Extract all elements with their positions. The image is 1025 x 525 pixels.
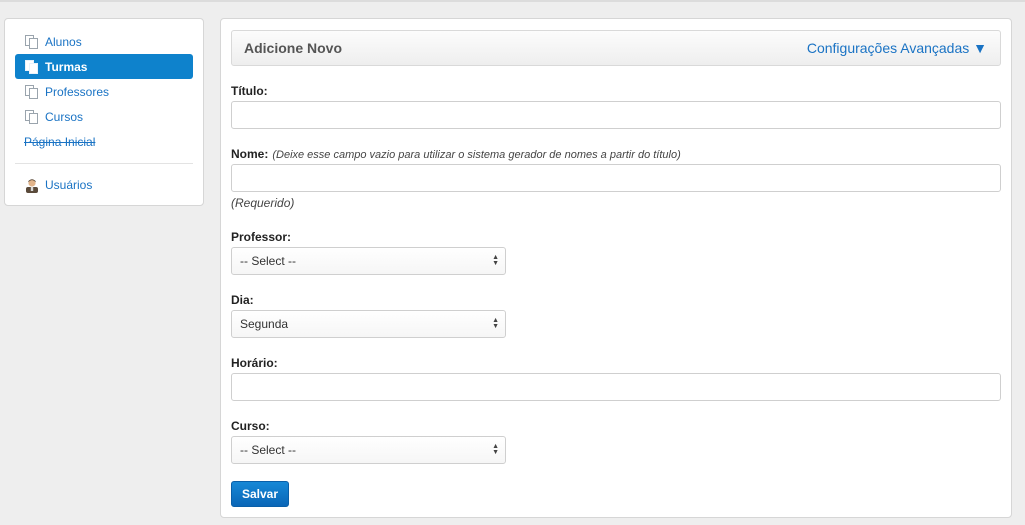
select-arrows-icon: ▲ ▼: [492, 443, 499, 456]
curso-select[interactable]: -- Select -- ▲ ▼: [231, 436, 506, 464]
sidebar-item-label: Professores: [45, 84, 110, 99]
nome-required-note: (Requerido): [231, 196, 295, 210]
sidebar-divider: [15, 163, 193, 164]
dia-selected-value: Segunda: [240, 317, 289, 331]
curso-label: Curso:: [231, 419, 270, 433]
save-button[interactable]: Salvar: [231, 481, 289, 507]
page-title: Adicione Novo: [244, 40, 343, 56]
nome-label-row: Nome: (Deixe esse campo vazio para utiliz…: [231, 147, 681, 161]
sidebar-item-alunos[interactable]: Alunos: [15, 29, 193, 54]
titulo-input[interactable]: [231, 101, 1001, 129]
advanced-settings-link[interactable]: Configurações Avançadas ▼: [807, 40, 987, 56]
professor-label: Professor:: [231, 230, 292, 244]
sidebar-item-label: Alunos: [45, 34, 82, 49]
sidebar-item-label: Usuários: [45, 177, 93, 192]
user-icon: [26, 178, 38, 193]
sidebar-nav: Alunos Turmas Professores Cursos Página: [5, 19, 203, 154]
sidebar-item-usuarios[interactable]: Usuários: [15, 172, 193, 197]
sidebar-item-pagina-inicial[interactable]: Página Inicial: [15, 129, 193, 154]
sidebar-item-professores[interactable]: Professores: [15, 79, 193, 104]
horario-input[interactable]: [231, 373, 1001, 401]
sidebar-item-label: Página Inicial: [24, 134, 96, 149]
select-arrows-icon: ▲ ▼: [492, 317, 499, 330]
top-border: [0, 0, 1025, 2]
sidebar-item-label: Cursos: [45, 109, 84, 124]
horario-label: Horário:: [231, 356, 278, 370]
professor-select[interactable]: -- Select -- ▲ ▼: [231, 247, 506, 275]
document-icon: [25, 34, 38, 49]
dia-label: Dia:: [231, 293, 254, 307]
dia-select[interactable]: Segunda ▲ ▼: [231, 310, 506, 338]
nome-input[interactable]: [231, 164, 1001, 192]
sidebar-item-label: Turmas: [45, 59, 88, 74]
document-icon: [25, 84, 38, 99]
sidebar-item-cursos[interactable]: Cursos: [15, 104, 193, 129]
sidebar-nav-users: Usuários: [5, 172, 203, 197]
document-icon: [25, 109, 38, 124]
select-arrows-icon: ▲ ▼: [492, 254, 499, 267]
professor-selected-value: -- Select --: [240, 254, 297, 268]
sidebar: Alunos Turmas Professores Cursos Página: [4, 18, 204, 206]
document-icon: [25, 59, 38, 74]
curso-selected-value: -- Select --: [240, 443, 297, 457]
sidebar-item-turmas[interactable]: Turmas: [15, 54, 193, 79]
titulo-label: Título:: [231, 84, 268, 98]
nome-label: Nome:: [231, 147, 269, 161]
panel-header: Adicione Novo Configurações Avançadas ▼: [231, 30, 1001, 66]
main-panel: Adicione Novo Configurações Avançadas ▼ …: [220, 18, 1012, 518]
nome-hint: (Deixe esse campo vazio para utilizar o …: [272, 149, 681, 161]
